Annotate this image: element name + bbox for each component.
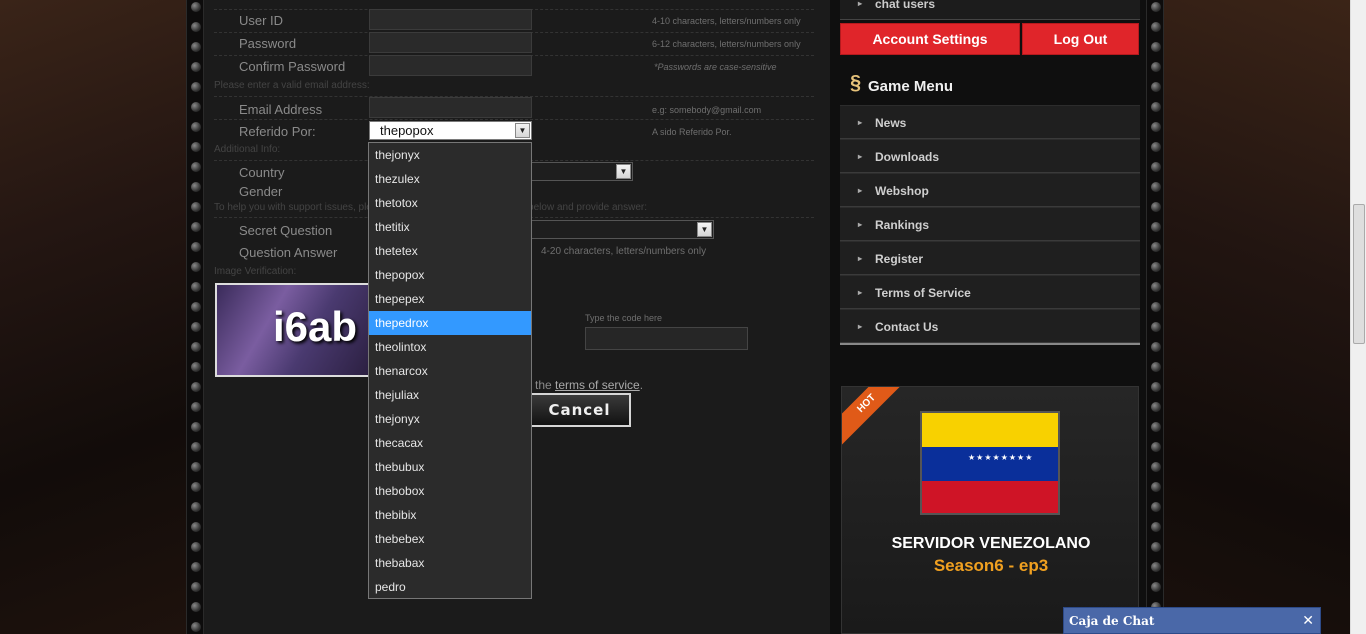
case-sensitive-hint: *Passwords are case-sensitive [654,62,777,72]
dropdown-option[interactable]: thejonyx [369,407,531,431]
question-answer-label: Question Answer [239,245,338,260]
additional-section-heading: Additional Info: [214,144,281,155]
promo-title: SERVIDOR VENEZOLANO [891,535,1091,552]
page-scrollbar[interactable] [1350,0,1366,634]
dropdown-option[interactable]: thecacax [369,431,531,455]
dropdown-option[interactable]: thebubux [369,455,531,479]
image-section-heading: Image Verification: [214,266,297,277]
password-hint: 6-12 characters, letters/numbers only [652,39,801,49]
captcha-image: i6ab [215,283,373,377]
chevron-down-icon[interactable]: ▼ [515,123,530,138]
country-label: Country [239,165,285,180]
sidebar-item-chat-users[interactable]: ▸ chat users [840,0,1140,20]
email-input[interactable] [369,97,532,118]
chat-box-bar[interactable]: Caja de Chat ✕ [1063,607,1321,634]
bullet-icon: ▸ [858,118,863,127]
gender-label: Gender [239,184,283,199]
terms-line: the terms of service. [535,378,644,392]
sidebar-item-label: Webshop [875,184,929,198]
promo-banner[interactable]: HOT ★★★★★★★★ SERVIDOR VENEZOLANO Season6… [841,386,1139,634]
promo-subtitle: Season6 - ep3 [933,556,1049,575]
chat-box-label: Caja de Chat [1069,614,1155,628]
email-label: Email Address [239,102,323,117]
answer-hint: 4-20 characters, letters/numbers only [541,246,707,257]
account-settings-button[interactable]: Account Settings [840,23,1020,55]
bullet-icon: ▸ [858,254,863,263]
sidebar-item-label: Rankings [875,218,930,232]
terms-of-service-link[interactable]: terms of service [555,378,640,392]
sidebar-item-terms-of-service[interactable]: ▸ Terms of Service [840,275,1140,309]
scrollbar-thumb[interactable] [1353,204,1365,344]
password-input[interactable] [369,32,532,53]
captcha-text: i6ab [273,303,358,350]
referido-dropdown-list[interactable]: thejonyx thezulex thetotox thetitix thetetex… [368,142,532,599]
bullet-icon: ▸ [858,152,863,161]
background-right-art [1164,0,1350,634]
sidebar-item-news[interactable]: ▸ News [840,105,1140,139]
sidebar-item-webshop[interactable]: ▸ Webshop [840,173,1140,207]
sidebar-item-label: Downloads [875,150,940,164]
sidebar-item-downloads[interactable]: ▸ Downloads [840,139,1140,173]
dropdown-option[interactable]: thejonyx [369,143,531,167]
secret-question-select[interactable]: ▼ [530,220,714,239]
dropdown-option[interactable]: pedro [369,575,531,599]
dropdown-option[interactable]: thetitix [369,215,531,239]
dropdown-option[interactable]: thebebex [369,527,531,551]
game-menu-title: Game Menu [868,78,954,95]
email-section-heading: Please enter a valid email address: [214,80,370,91]
sidebar-item-label: Register [875,252,924,266]
confirm-password-label: Confirm Password [239,59,346,74]
sidebar-item-label: Contact Us [875,320,939,334]
right-rivet-border [1146,0,1164,634]
bullet-icon: ▸ [858,186,863,195]
left-rivet-border [186,0,204,634]
captcha-code-input[interactable] [585,327,748,350]
game-menu-icon: § [850,72,862,94]
dropdown-option[interactable]: thetotox [369,191,531,215]
logout-button[interactable]: Log Out [1022,23,1139,55]
close-icon[interactable]: ✕ [1302,608,1314,634]
chevron-down-icon[interactable]: ▼ [697,222,712,237]
dropdown-option[interactable]: thepedrox [369,311,531,335]
sidebar-item-label: News [875,116,907,130]
bullet-icon: ▸ [858,220,863,229]
user-id-input[interactable] [369,9,532,30]
dropdown-option[interactable]: thejuliax [369,383,531,407]
referido-label: Referido Por: [239,124,316,139]
dropdown-option[interactable]: theolintox [369,335,531,359]
confirm-password-input[interactable] [369,55,532,76]
venezuela-flag-image: ★★★★★★★★ [920,411,1060,515]
dropdown-option[interactable]: thepepex [369,287,531,311]
dropdown-option[interactable]: thebobox [369,479,531,503]
chevron-down-icon[interactable]: ▼ [616,164,631,179]
menu-underline [840,343,1140,345]
referido-select-value: thepopox [380,123,434,138]
password-label: Password [239,36,297,51]
bullet-icon: ▸ [858,288,863,297]
sidebar-item-label: Terms of Service [875,286,971,300]
sidebar-item-rankings[interactable]: ▸ Rankings [840,207,1140,241]
dropdown-option[interactable]: thepopox [369,263,531,287]
country-select[interactable]: ▼ [530,162,633,181]
sidebar-item-contact-us[interactable]: ▸ Contact Us [840,309,1140,343]
dropdown-option[interactable]: thebibix [369,503,531,527]
dropdown-option[interactable]: thezulex [369,167,531,191]
background-left-art [0,0,186,634]
hot-badge: HOT [842,387,914,451]
sidebar-item-register[interactable]: ▸ Register [840,241,1140,275]
code-hint: Type the code here [585,313,663,323]
referido-select[interactable]: thepopox ▼ [369,121,532,140]
dropdown-option[interactable]: thenarcox [369,359,531,383]
cancel-button[interactable]: Cancel [528,393,631,427]
user-id-label: User ID [239,13,284,28]
dropdown-option[interactable]: thebabax [369,551,531,575]
referido-hint: A sido Referido Por. [652,127,732,137]
user-id-hint: 4-10 characters, letters/numbers only [652,16,801,26]
bullet-icon: ▸ [858,322,863,331]
dropdown-option[interactable]: thetetex [369,239,531,263]
bullet-icon: ▸ [858,0,863,8]
secret-question-label: Secret Question [239,223,333,238]
email-hint: e.g: somebody@gmail.com [652,105,762,115]
